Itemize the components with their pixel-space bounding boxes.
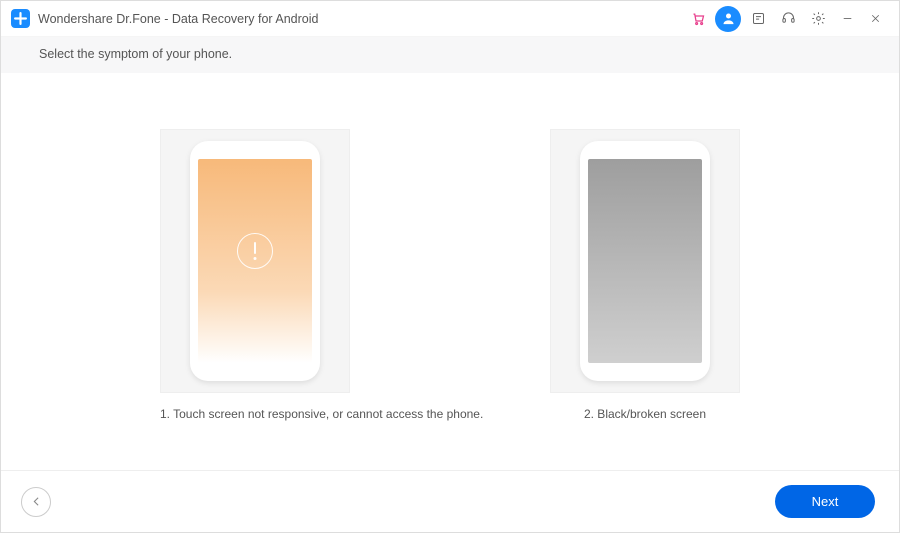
exclamation-icon	[237, 233, 273, 269]
phone-screen-gray	[588, 159, 702, 363]
app-logo	[11, 9, 30, 28]
option-card	[550, 129, 740, 393]
options-area: 1. Touch screen not responsive, or canno…	[1, 73, 899, 470]
close-button[interactable]	[861, 6, 889, 32]
footer-bar: Next	[1, 470, 899, 532]
user-icon[interactable]	[715, 6, 741, 32]
settings-icon[interactable]	[805, 6, 831, 32]
feedback-icon[interactable]	[745, 6, 771, 32]
title-bar: Wondershare Dr.Fone - Data Recovery for …	[1, 1, 899, 37]
phone-screen-orange	[198, 159, 312, 363]
next-button[interactable]: Next	[775, 485, 875, 518]
instruction-text: Select the symptom of your phone.	[1, 37, 899, 73]
support-icon[interactable]	[775, 6, 801, 32]
phone-frame	[190, 141, 320, 381]
minimize-button[interactable]	[833, 6, 861, 32]
option-card	[160, 129, 350, 393]
option-touch-not-responsive[interactable]: 1. Touch screen not responsive, or canno…	[160, 129, 350, 421]
option-label: 2. Black/broken screen	[550, 407, 740, 421]
phone-frame	[580, 141, 710, 381]
cart-icon[interactable]	[685, 6, 711, 32]
window-title: Wondershare Dr.Fone - Data Recovery for …	[38, 12, 318, 26]
option-black-broken-screen[interactable]: 2. Black/broken screen	[550, 129, 740, 421]
back-button[interactable]	[21, 487, 51, 517]
option-label: 1. Touch screen not responsive, or canno…	[160, 407, 350, 421]
